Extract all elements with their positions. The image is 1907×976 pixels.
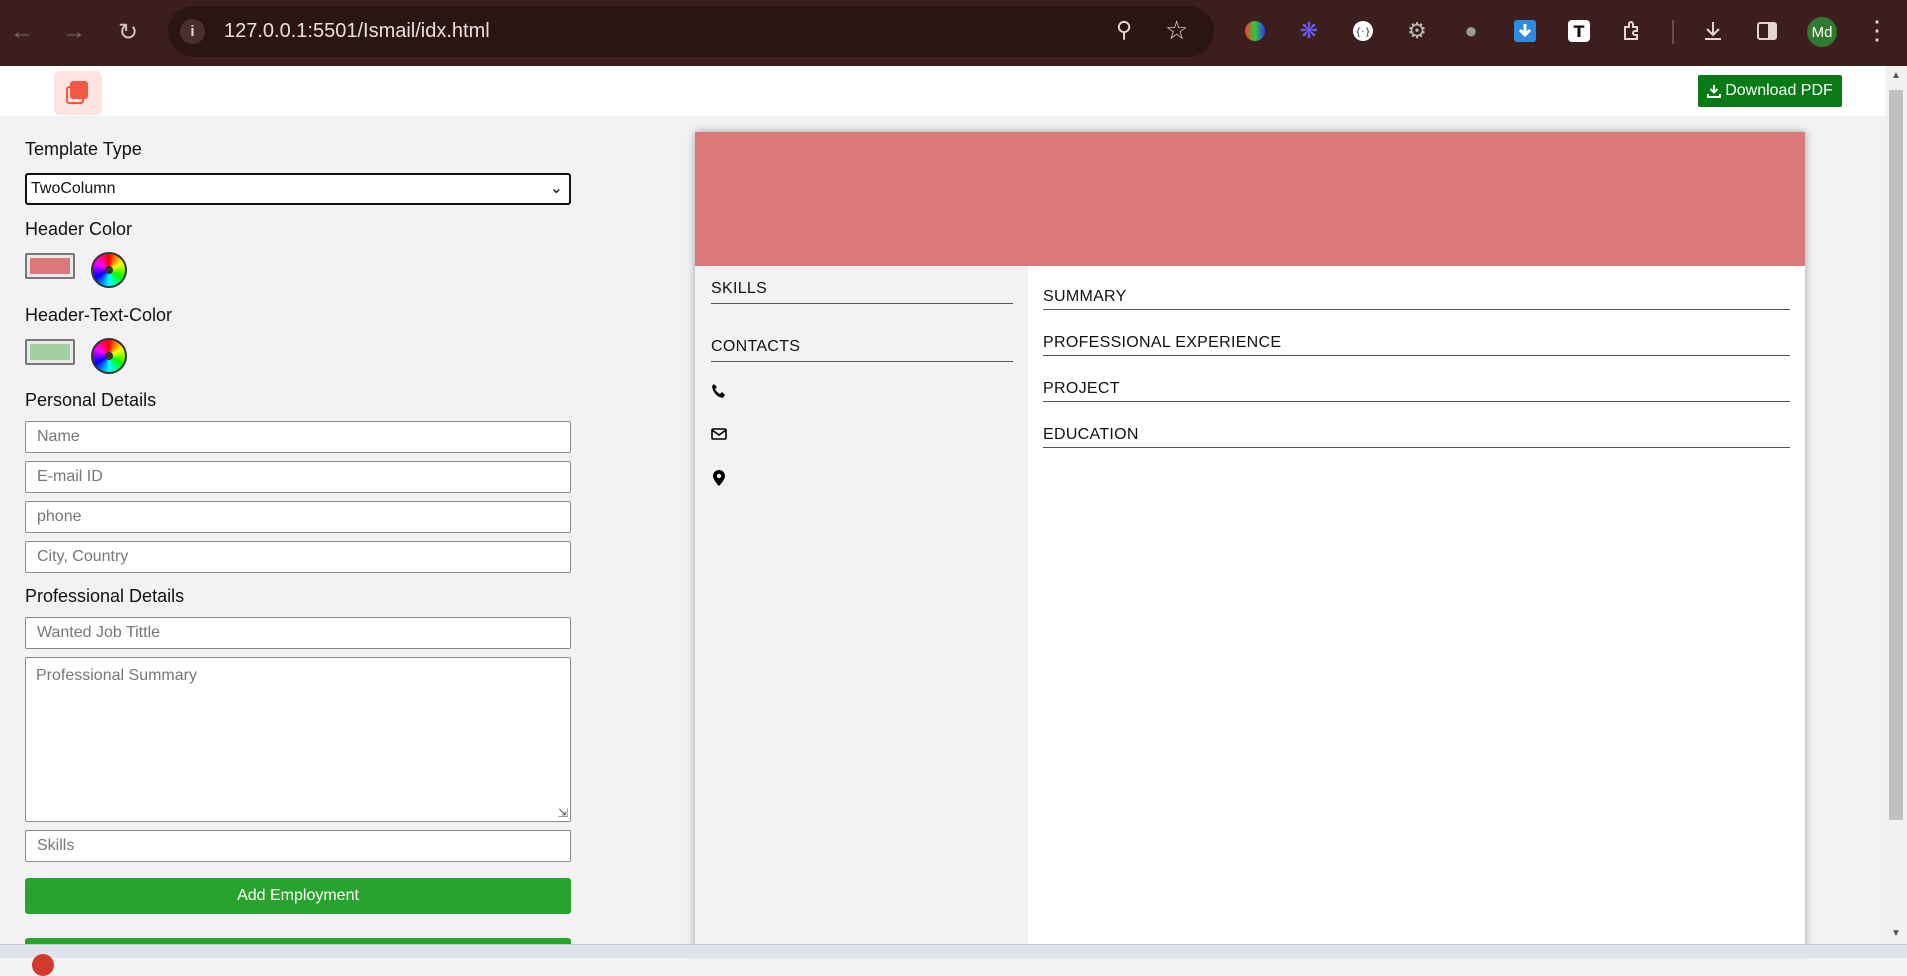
download-pdf-button[interactable]: Download PDF — [1698, 75, 1842, 107]
toolbar-divider — [1672, 20, 1674, 44]
page-scrollbar[interactable]: ▲ ▼ — [1885, 66, 1907, 944]
professional-details-label: Professional Details — [25, 586, 185, 606]
browser-toolbar: ← → ↻ i 127.0.0.1:5501/Ismail/idx.html ⚲… — [0, 0, 1907, 66]
phone-input[interactable]: phone — [25, 501, 571, 533]
phone-icon — [710, 382, 728, 400]
summary-placeholder: Professional Summary — [36, 667, 197, 684]
sparkle-extension-icon[interactable]: ❋ — [1295, 17, 1323, 45]
back-arrow-icon[interactable]: ← — [4, 14, 40, 50]
personal-details-label: Personal Details — [25, 390, 157, 410]
gear-extension-icon[interactable]: ⚙ — [1403, 17, 1431, 45]
summary-section-title: SUMMARY — [1043, 288, 1127, 305]
taskbar-strip — [0, 944, 1907, 976]
envelope-icon — [710, 425, 728, 443]
resume-preview: SKILLS CONTACTS SUMMARY PROFESSIONAL EXP… — [695, 132, 1805, 952]
puzzle-extensions-icon[interactable] — [1619, 17, 1647, 45]
profile-avatar[interactable]: Md — [1807, 17, 1837, 47]
template-type-select[interactable]: TwoColumn ⌄ — [25, 173, 571, 205]
zoom-icon[interactable]: ⚲ — [1116, 17, 1132, 43]
scroll-up-arrow-icon[interactable]: ▲ — [1891, 70, 1901, 81]
template-type-value: TwoColumn — [31, 180, 116, 197]
chevron-down-icon: ⌄ — [549, 180, 563, 197]
email-input[interactable]: E-mail ID — [25, 461, 571, 493]
scroll-down-arrow-icon[interactable]: ▼ — [1891, 928, 1901, 939]
mouse-extension-icon[interactable]: ● — [1457, 17, 1485, 45]
template-type-label: Template Type — [25, 139, 142, 159]
section-divider — [1043, 447, 1790, 448]
skills-section-title: SKILLS — [711, 280, 768, 297]
svg-text:{·}: {·} — [1355, 27, 1371, 38]
page-content: Download PDF Template Type TwoColumn ⌄ H… — [0, 66, 1885, 952]
add-employment-button[interactable]: Add Employment — [25, 878, 571, 914]
header-text-color-label: Header-Text-Color — [25, 305, 173, 325]
text-extension-icon[interactable]: T — [1565, 17, 1593, 45]
education-section-title: EDUCATION — [1043, 426, 1139, 443]
job-title-input[interactable]: Wanted Job Tittle — [25, 617, 571, 649]
side-panel-icon[interactable] — [1753, 17, 1781, 45]
address-bar[interactable]: i 127.0.0.1:5501/Ismail/idx.html ⚲ ☆ — [168, 6, 1214, 57]
header-color-swatch[interactable] — [25, 253, 75, 279]
color-picker-extension-icon[interactable] — [1241, 17, 1269, 45]
json-extension-icon[interactable]: {·} — [1349, 17, 1377, 45]
color-wheel-icon[interactable] — [91, 252, 127, 288]
header-color-label: Header Color — [25, 219, 133, 239]
project-section-title: PROJECT — [1043, 380, 1120, 397]
scrollbar-thumb[interactable] — [1889, 90, 1903, 820]
url-text[interactable]: 127.0.0.1:5501/Ismail/idx.html — [224, 20, 490, 43]
copy-logo-icon[interactable] — [54, 71, 102, 115]
header-text-color-swatch[interactable] — [25, 339, 75, 365]
forward-arrow-icon[interactable]: → — [56, 14, 92, 50]
kebab-menu-icon[interactable]: ⋮ — [1864, 15, 1890, 46]
map-marker-icon — [710, 469, 728, 487]
bookmark-star-icon[interactable]: ☆ — [1165, 15, 1188, 46]
resize-grip-icon[interactable]: ⇲ — [558, 806, 568, 820]
resume-header — [695, 132, 1805, 266]
section-divider — [711, 303, 1013, 304]
download-pdf-label: Download PDF — [1725, 82, 1833, 99]
contacts-section-title: CONTACTS — [711, 338, 801, 355]
professional-summary-textarea[interactable]: Professional Summary ⇲ — [25, 657, 571, 822]
section-divider — [711, 361, 1013, 362]
section-divider — [1043, 355, 1790, 356]
experience-section-title: PROFESSIONAL EXPERIENCE — [1043, 334, 1282, 351]
skills-input[interactable]: Skills — [25, 830, 571, 862]
resume-left-column: SKILLS CONTACTS — [695, 266, 1028, 952]
color-wheel-icon[interactable] — [91, 338, 127, 374]
app-topbar: Download PDF — [0, 66, 1885, 116]
download-icon — [1707, 85, 1722, 98]
downloads-icon[interactable] — [1699, 17, 1727, 45]
reload-icon[interactable]: ↻ — [110, 14, 146, 50]
download-extension-icon[interactable] — [1511, 17, 1539, 45]
svg-text:T: T — [1574, 22, 1585, 41]
taskbar-app-icon[interactable] — [32, 954, 54, 976]
name-input[interactable]: Name — [25, 421, 571, 453]
city-country-input[interactable]: City, Country — [25, 541, 571, 573]
section-divider — [1043, 401, 1790, 402]
site-info-icon[interactable]: i — [180, 19, 205, 44]
section-divider — [1043, 309, 1790, 310]
